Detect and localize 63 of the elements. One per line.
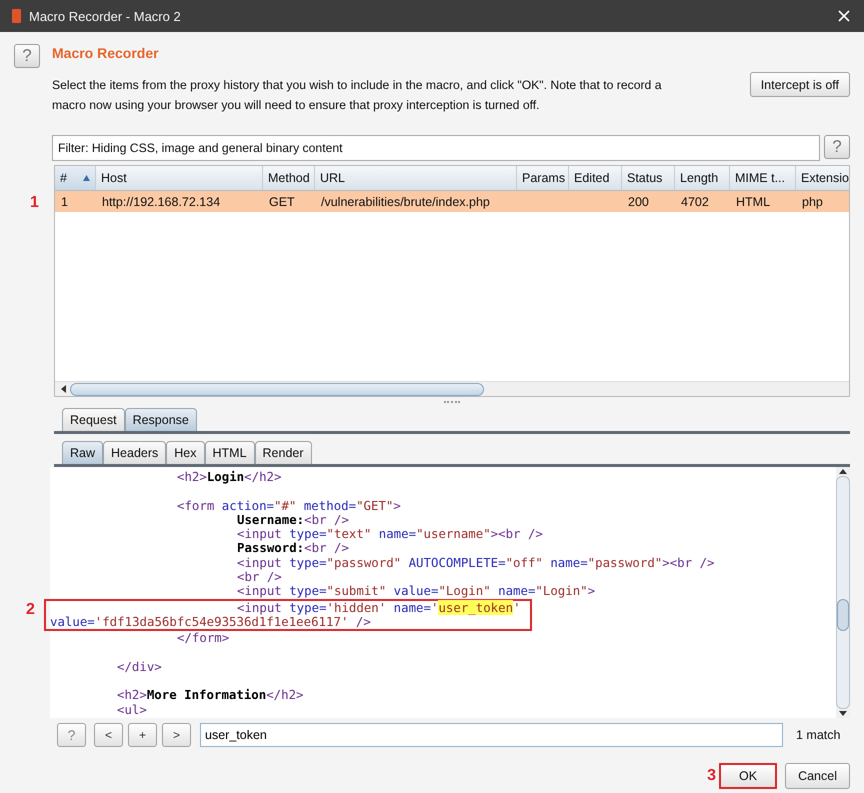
match-count: 1 match (796, 728, 840, 742)
code-line: value='fdf13da56bfc54e93536d1f1e1ee6117' /> (50, 614, 372, 630)
vertical-scrollbar[interactable] (836, 467, 850, 718)
column-header[interactable]: Host (96, 166, 263, 190)
horizontal-scrollbar[interactable] (55, 381, 849, 396)
code-line: Password:<br /> (236, 541, 350, 556)
column-header[interactable]: Edited (569, 166, 622, 190)
add-button[interactable]: + (128, 723, 157, 747)
code-line: <input type="text" name="username"><br /> (236, 527, 544, 542)
code-line: <input type="submit" value="Login" name="Login"> (236, 584, 596, 599)
code-line: <ul> (116, 702, 148, 718)
section-title: Macro Recorder (52, 45, 160, 61)
table-row[interactable]: 1 http://192.168.72.134 GET /vulnerabilities/brute/index.php 200 4702 HTML php (55, 191, 849, 212)
table-cell-text: 200 (627, 194, 650, 211)
code-line: Username:<br /> (236, 512, 350, 528)
tab[interactable]: Hex (166, 441, 204, 464)
table-cell-text: 4702 (680, 194, 710, 211)
app-logo-icon (12, 9, 21, 23)
column-header[interactable]: MIME t... (730, 166, 796, 190)
filter-bar[interactable]: Filter: Hiding CSS, image and general binary content (52, 135, 820, 161)
tab[interactable]: HTML (204, 441, 255, 464)
intercept-button[interactable]: Intercept is off (750, 72, 850, 97)
column-header[interactable]: Status (622, 166, 675, 190)
callout-number: 3 (707, 767, 716, 785)
callout-number: 1 (30, 194, 39, 212)
column-header[interactable]: Length (675, 166, 730, 190)
sort-ascending-icon (83, 175, 90, 181)
previous-button[interactable]: < (94, 723, 123, 747)
table-cell-text: 1 (60, 194, 69, 211)
table-cell-text: GET (268, 194, 296, 211)
code-line: <input type="password" AUTOCOMPLETE="off" name="password"><br /> (236, 556, 716, 570)
splitter-handle[interactable] (444, 401, 460, 405)
code-line: <h2>More Information</h2> (116, 688, 305, 703)
column-header[interactable]: Method (263, 166, 315, 190)
help-button[interactable]: ? (14, 44, 40, 68)
code-line: <br /> (236, 570, 283, 584)
search-field[interactable]: user_token (200, 723, 783, 747)
code-line: <h2>Login</h2> (176, 470, 282, 484)
help-button[interactable]: ? (824, 135, 850, 159)
callout-number: 2 (26, 602, 35, 617)
tab[interactable]: Request (62, 408, 125, 431)
column-header[interactable]: URL (315, 166, 517, 190)
close-icon[interactable] (838, 10, 850, 22)
tab[interactable]: Raw (62, 441, 104, 464)
table-cell-text: /vulnerabilities/brute/index.php (320, 194, 491, 211)
table-cell-text: http://192.168.72.134 (101, 194, 222, 211)
code-line: </form> (176, 631, 230, 646)
description: Select the items from the proxy history that you wish to include in the macro, and click "OK". Note that to record a macro now using your browser you will need to ensure that proxy interception is turned off. (52, 77, 662, 114)
code-line: <input type='hidden' name='user_token' (236, 600, 522, 615)
column-header[interactable]: Params (517, 166, 569, 190)
tab[interactable]: Render (254, 441, 312, 464)
cancel-button[interactable]: Cancel (785, 763, 850, 789)
column-header[interactable]: # (55, 166, 96, 190)
tab[interactable]: Headers (103, 441, 166, 464)
code-line: </div> (116, 660, 163, 674)
code-line: <form action="#" method="GET"> (176, 498, 402, 513)
table-cell-text: HTML (735, 194, 772, 211)
table-cell-text: php (801, 194, 824, 211)
ok-button[interactable]: OK (719, 763, 778, 789)
column-header[interactable]: Extensio (796, 166, 849, 190)
tab[interactable]: Response (124, 408, 197, 431)
window-title: Macro Recorder - Macro 2 (29, 8, 182, 24)
next-button[interactable]: > (162, 723, 191, 747)
